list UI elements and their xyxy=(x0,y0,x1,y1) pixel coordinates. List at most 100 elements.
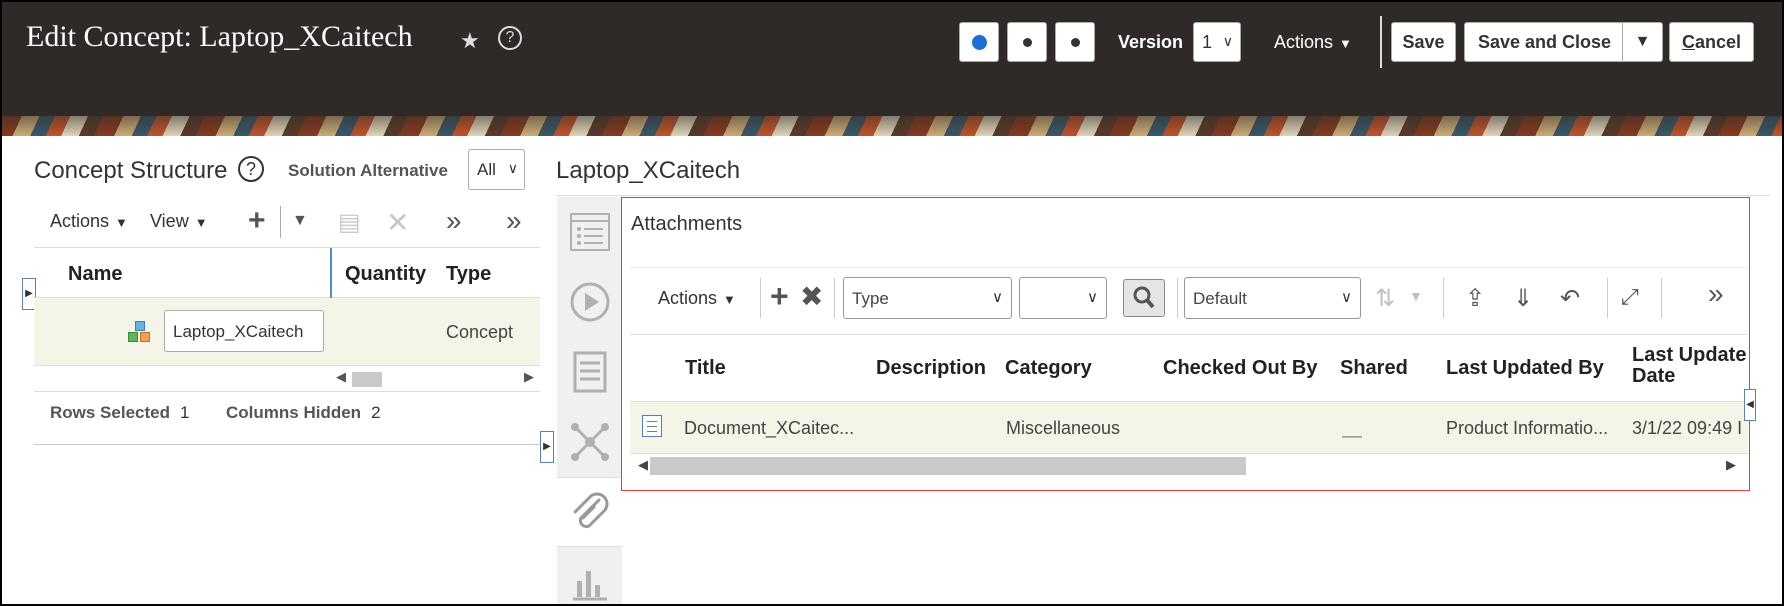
save-and-close-button[interactable]: Save and Close xyxy=(1464,22,1624,62)
paperclip-icon[interactable] xyxy=(557,477,622,547)
horizontal-scrollbar[interactable]: ◀ ▶ xyxy=(332,368,540,390)
delete-icon[interactable]: ✕ xyxy=(386,206,409,239)
view-select-value: Default xyxy=(1193,289,1247,308)
columns-hidden-value: 2 xyxy=(371,403,381,422)
more-options-icon[interactable]: » xyxy=(1708,278,1724,310)
column-header-shared[interactable]: Shared xyxy=(1340,357,1408,380)
search-icon xyxy=(1133,286,1155,309)
attachments-toolbar: Actions ▼ + ✖ Type ∨ ∨ Default ∨ ⇅ ▼ ⇪ ⇓… xyxy=(630,267,1748,323)
decorative-banner xyxy=(2,116,1782,136)
columns-hidden-label: Columns Hidden xyxy=(226,403,362,422)
network-icon[interactable] xyxy=(557,407,622,477)
attachments-title: Attachments xyxy=(631,213,743,235)
scroll-right-icon[interactable]: ▶ xyxy=(1726,457,1736,473)
version-select[interactable]: 1 ∨ xyxy=(1193,22,1241,62)
undo-checkout-icon[interactable]: ↶ xyxy=(1560,284,1580,313)
collapse-pane-icon[interactable]: ▶ xyxy=(540,431,554,463)
cancel-button[interactable]: Cancel xyxy=(1669,22,1754,62)
more-options-icon[interactable]: » xyxy=(506,205,522,237)
type-filter-value: Type xyxy=(852,289,889,308)
structure-view-menu[interactable]: View ▼ xyxy=(150,211,208,232)
chevron-down-icon: ∨ xyxy=(1222,33,1233,49)
type-filter-select[interactable]: Type ∨ xyxy=(843,277,1012,319)
column-header-checked-out-by[interactable]: Checked Out By xyxy=(1163,357,1317,380)
caret-down-icon: ▼ xyxy=(1339,36,1352,51)
rows-selected-value: 1 xyxy=(180,403,190,422)
table-row[interactable]: Laptop_XCaitech Concept xyxy=(34,298,540,366)
help-icon[interactable]: ? xyxy=(238,156,264,182)
scroll-right-icon[interactable]: ▶ xyxy=(524,369,534,385)
scroll-left-icon[interactable]: ◀ xyxy=(638,457,648,473)
caret-down-icon[interactable]: ▼ xyxy=(1409,288,1423,304)
favorite-star-icon[interactable]: ★ xyxy=(460,28,480,54)
dot-icon xyxy=(1071,38,1080,47)
header-actions-menu[interactable]: Actions ▼ xyxy=(1274,32,1352,53)
scrollbar-thumb[interactable] xyxy=(352,372,382,387)
document-icon[interactable] xyxy=(557,337,622,407)
check-in-icon[interactable]: ⇓ xyxy=(1513,284,1533,313)
toolbar-divider xyxy=(760,278,761,318)
column-header-type[interactable]: Type xyxy=(446,263,491,286)
view-select[interactable]: Default ∨ xyxy=(1184,277,1361,319)
last-update-date-cell: 3/1/22 09:49 I xyxy=(1632,418,1743,438)
name-field[interactable]: Laptop_XCaitech xyxy=(164,310,324,352)
secondary-filter-select[interactable]: ∨ xyxy=(1019,277,1107,319)
delete-attachment-icon[interactable]: ✖ xyxy=(800,280,823,313)
toolbar-divider xyxy=(1177,278,1178,318)
collapse-right-pane-icon[interactable]: ◀ xyxy=(1744,389,1756,421)
train-stop-2-button[interactable] xyxy=(1007,22,1047,62)
concept-structure-table: Name Quantity Type Laptop_XCaitech Conce… xyxy=(34,247,540,392)
divider xyxy=(556,195,1770,196)
solution-alternative-value: All xyxy=(477,160,496,179)
actions-label: Actions xyxy=(50,211,110,231)
scrollbar-thumb[interactable] xyxy=(650,457,1246,475)
expand-right-icon[interactable]: » xyxy=(446,205,462,237)
attachment-title-link[interactable]: Document_XCaitec... xyxy=(684,418,854,439)
chevron-down-icon: ∨ xyxy=(992,289,1003,306)
save-button[interactable]: Save xyxy=(1391,22,1456,62)
bar-chart-icon[interactable] xyxy=(557,547,622,604)
solution-alternative-select[interactable]: All ∨ xyxy=(468,149,525,190)
structure-actions-menu[interactable]: Actions ▼ xyxy=(50,211,128,232)
detach-table-icon[interactable]: ⤢ xyxy=(1621,284,1639,310)
add-icon[interactable]: + xyxy=(248,204,266,238)
shared-cell: __ xyxy=(1342,418,1363,438)
list-icon[interactable] xyxy=(557,197,622,267)
rows-selected-status: Rows Selected 1 xyxy=(50,403,189,423)
attachments-actions-menu[interactable]: Actions ▼ xyxy=(658,288,736,309)
sort-icon[interactable]: ⇅ xyxy=(1375,284,1395,313)
add-attachment-icon[interactable]: + xyxy=(770,278,789,315)
concept-structure-title: Concept Structure xyxy=(34,157,228,184)
last-updated-by-cell: Product Informatio... xyxy=(1446,418,1609,438)
help-icon[interactable]: ? xyxy=(498,26,522,50)
concept-node-icon xyxy=(128,321,152,345)
train-stop-1-button[interactable] xyxy=(959,22,999,62)
solution-alternative-label: Solution Alternative xyxy=(288,161,448,180)
scroll-left-icon[interactable]: ◀ xyxy=(336,369,346,385)
search-button[interactable] xyxy=(1123,279,1165,317)
column-header-description[interactable]: Description xyxy=(876,357,986,380)
column-header-category[interactable]: Category xyxy=(1005,357,1092,380)
column-header-last-update-date[interactable]: Last Update Date xyxy=(1632,345,1748,387)
column-header-quantity[interactable]: Quantity xyxy=(345,263,426,286)
app-window: Edit Concept: Laptop_XCaitech ★ ? Versio… xyxy=(0,0,1784,606)
dot-icon xyxy=(1023,38,1032,47)
table-row[interactable]: Document_XCaitec... Miscellaneous __ Pro… xyxy=(630,402,1748,454)
play-icon[interactable] xyxy=(557,267,622,337)
chevron-down-icon: ∨ xyxy=(507,160,518,176)
duplicate-icon[interactable]: ▤ xyxy=(338,208,361,237)
column-header-name[interactable]: Name xyxy=(68,263,122,286)
train-stop-3-button[interactable] xyxy=(1055,22,1095,62)
category-cell: Miscellaneous xyxy=(1006,418,1121,438)
toolbar-divider xyxy=(1607,278,1608,318)
horizontal-scrollbar[interactable]: ◀ ▶ xyxy=(630,454,1748,478)
add-options-caret-icon[interactable]: ▼ xyxy=(292,212,308,230)
attachments-table: Title Description Category Checked Out B… xyxy=(630,334,1748,492)
save-options-dropdown[interactable]: ▼ xyxy=(1622,22,1663,62)
column-header-last-updated-by[interactable]: Last Updated By xyxy=(1446,357,1604,380)
actions-label: Actions xyxy=(658,288,718,308)
version-value: 1 xyxy=(1202,32,1213,52)
column-header-title[interactable]: Title xyxy=(685,357,726,380)
actions-label: Actions xyxy=(1274,32,1334,52)
check-out-icon[interactable]: ⇪ xyxy=(1465,284,1485,313)
